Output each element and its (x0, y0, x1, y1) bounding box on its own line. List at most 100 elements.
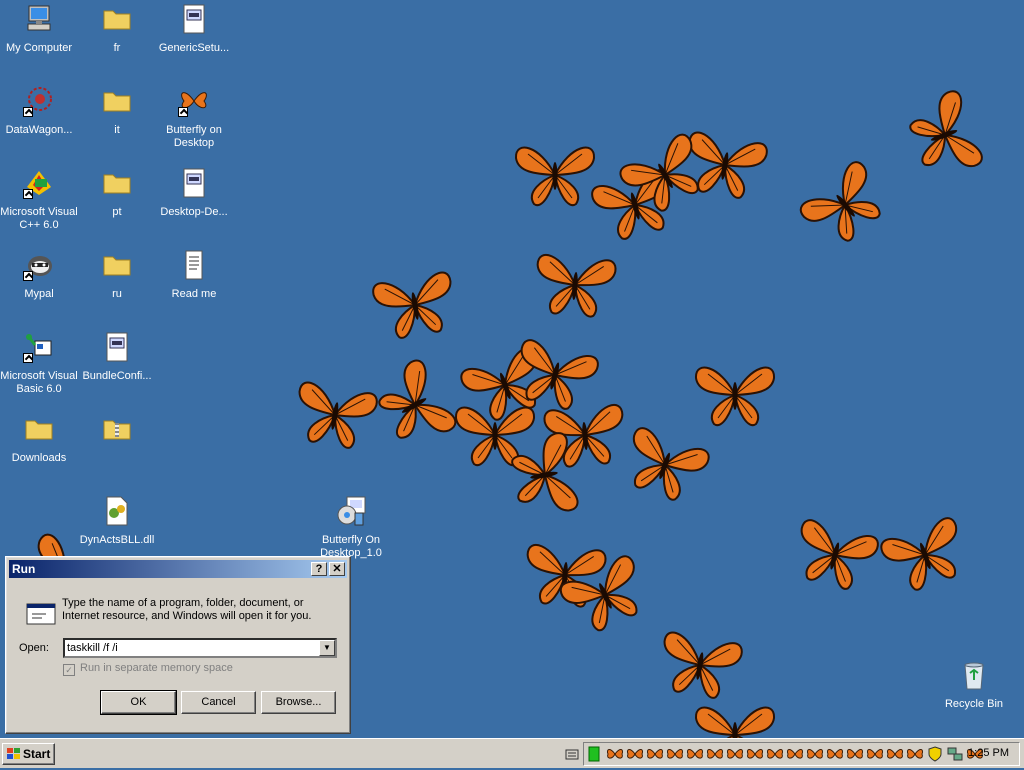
run-description: Type the name of a program, folder, docu… (62, 597, 312, 622)
visual-basic-icon (23, 331, 55, 363)
butterfly-icon[interactable] (826, 746, 844, 762)
start-button[interactable]: Start (2, 743, 55, 765)
butterfly-icon[interactable] (726, 746, 744, 762)
desktop-icon-zip-folder[interactable] (78, 413, 156, 452)
icon-label: BundleConfi... (82, 370, 152, 382)
butterfly-icon (362, 349, 468, 462)
butterfly-icon[interactable] (846, 746, 864, 762)
keyboard-icon[interactable] (565, 747, 579, 761)
open-label: Open: (19, 642, 49, 654)
butterfly-icon (527, 246, 623, 324)
butterfly-icon (582, 160, 687, 251)
butterfly-icon[interactable] (646, 746, 664, 762)
icon-label: pt (112, 206, 122, 218)
run-dialog-title: Run (12, 562, 36, 576)
butterfly-icon[interactable] (766, 746, 784, 762)
icon-label: ru (112, 288, 122, 300)
icon-label: DynActsBLL.dll (79, 534, 155, 546)
clock[interactable]: 1:25 PM (968, 747, 1009, 759)
icon-label: Downloads (11, 452, 67, 464)
butterfly-icon[interactable] (666, 746, 684, 762)
butterfly-icon (611, 417, 720, 514)
butterfly-icon[interactable] (606, 746, 624, 762)
desktop-icon-butterfly-on-desktop[interactable]: Butterfly on Desktop (155, 85, 233, 150)
butterfly-icon (503, 425, 588, 526)
desktop-icon-downloads[interactable]: Downloads (0, 413, 78, 465)
desktop-icon-mypal[interactable]: Mypal (0, 249, 78, 301)
taskbar: Start 1:25 PM (0, 738, 1024, 768)
separate-memory-label: Run in separate memory space (80, 662, 233, 674)
text-file-icon (178, 249, 210, 281)
butterfly-icon (537, 396, 633, 474)
checkbox-box[interactable]: ✓ (63, 664, 75, 676)
butterfly-icon[interactable] (906, 746, 924, 762)
dll-file-icon (101, 495, 133, 527)
open-combobox[interactable]: ▼ (63, 638, 337, 658)
butterfly-icon[interactable] (886, 746, 904, 762)
folder-icon (101, 85, 133, 117)
butterfly-icon (609, 122, 722, 228)
system-tray: 1:25 PM (583, 742, 1020, 766)
desktop-icon-desktop-de[interactable]: Desktop-De... (155, 167, 233, 219)
mypal-icon (23, 249, 55, 281)
butterfly-icon (650, 623, 751, 708)
desktop-icon-read-me[interactable]: Read me (155, 249, 233, 301)
dropdown-arrow-icon[interactable]: ▼ (319, 640, 335, 656)
desktop-icon-recycle-bin[interactable]: Recycle Bin (935, 659, 1013, 711)
desktop-icon-visual-basic[interactable]: Microsoft Visual Basic 6.0 (0, 331, 78, 396)
setup-file-icon (101, 331, 133, 363)
close-button[interactable]: ✕ (329, 562, 345, 576)
desktop-icon-genericsetup[interactable]: GenericSetu... (155, 3, 233, 55)
separate-memory-checkbox[interactable]: ✓ Run in separate memory space (63, 662, 233, 676)
butterfly-icon (897, 81, 994, 190)
icon-label: Desktop-De... (160, 206, 228, 218)
installer-icon (335, 495, 367, 527)
desktop-icon-it[interactable]: it (78, 85, 156, 137)
datawagon-icon (23, 85, 55, 117)
desktop-icon-dynactsbll[interactable]: DynActsBLL.dll (78, 495, 156, 547)
zip-folder-icon (101, 413, 133, 445)
icon-label: Microsoft Visual Basic 6.0 (0, 370, 78, 395)
desktop-icon-visual-cpp[interactable]: Microsoft Visual C++ 6.0 (0, 167, 78, 232)
ok-button[interactable]: OK (100, 690, 177, 715)
network-icon[interactable] (946, 746, 964, 762)
butterfly-icon[interactable] (626, 746, 644, 762)
butterfly-icon[interactable] (866, 746, 884, 762)
shield-icon[interactable] (926, 746, 944, 762)
desktop-icon-ru[interactable]: ru (78, 249, 156, 301)
desktop-icon-datawagon[interactable]: DataWagon... (0, 85, 78, 137)
folder-icon (101, 167, 133, 199)
command-input[interactable] (67, 641, 317, 655)
tray-icons (586, 746, 984, 764)
desktop-icon-my-computer[interactable]: My Computer (0, 3, 78, 55)
run-dialog-titlebar[interactable]: Run ? ✕ (9, 560, 347, 578)
setup-file-icon (178, 3, 210, 35)
cancel-button[interactable]: Cancel (181, 691, 256, 714)
butterfly-icon[interactable] (806, 746, 824, 762)
icon-label: fr (113, 42, 121, 54)
butterfly-icon (451, 337, 560, 434)
butterfly-icon[interactable] (786, 746, 804, 762)
butterfly-icon[interactable] (706, 746, 724, 762)
desktop-icon-pt[interactable]: pt (78, 167, 156, 219)
folder-icon (101, 249, 133, 281)
run-dialog[interactable]: Run ? ✕ Type the name of a program, fold… (5, 556, 351, 734)
butterfly-icon (690, 360, 780, 430)
butterfly-icon (549, 544, 660, 645)
butterfly-icon (502, 330, 607, 421)
browse-button[interactable]: Browse... (261, 691, 336, 714)
desktop-icon-bundleconfig[interactable]: BundleConfi... (78, 331, 156, 383)
setup-file-icon (178, 167, 210, 199)
butterfly-icon[interactable] (746, 746, 764, 762)
butterfly-icon (517, 536, 613, 614)
butterfly-icon[interactable] (686, 746, 704, 762)
visual-cpp-icon (23, 167, 55, 199)
help-button[interactable]: ? (311, 562, 327, 576)
icon-label: My Computer (5, 42, 73, 54)
folder-icon (23, 413, 55, 445)
desktop-icon-fr[interactable]: fr (78, 3, 156, 55)
desktop-icon-butterfly-installer[interactable]: Butterfly On Desktop_1.0 (312, 495, 390, 560)
green-status-icon[interactable] (586, 746, 604, 762)
icon-label: Mypal (24, 288, 54, 300)
butterfly-icon (788, 149, 902, 260)
